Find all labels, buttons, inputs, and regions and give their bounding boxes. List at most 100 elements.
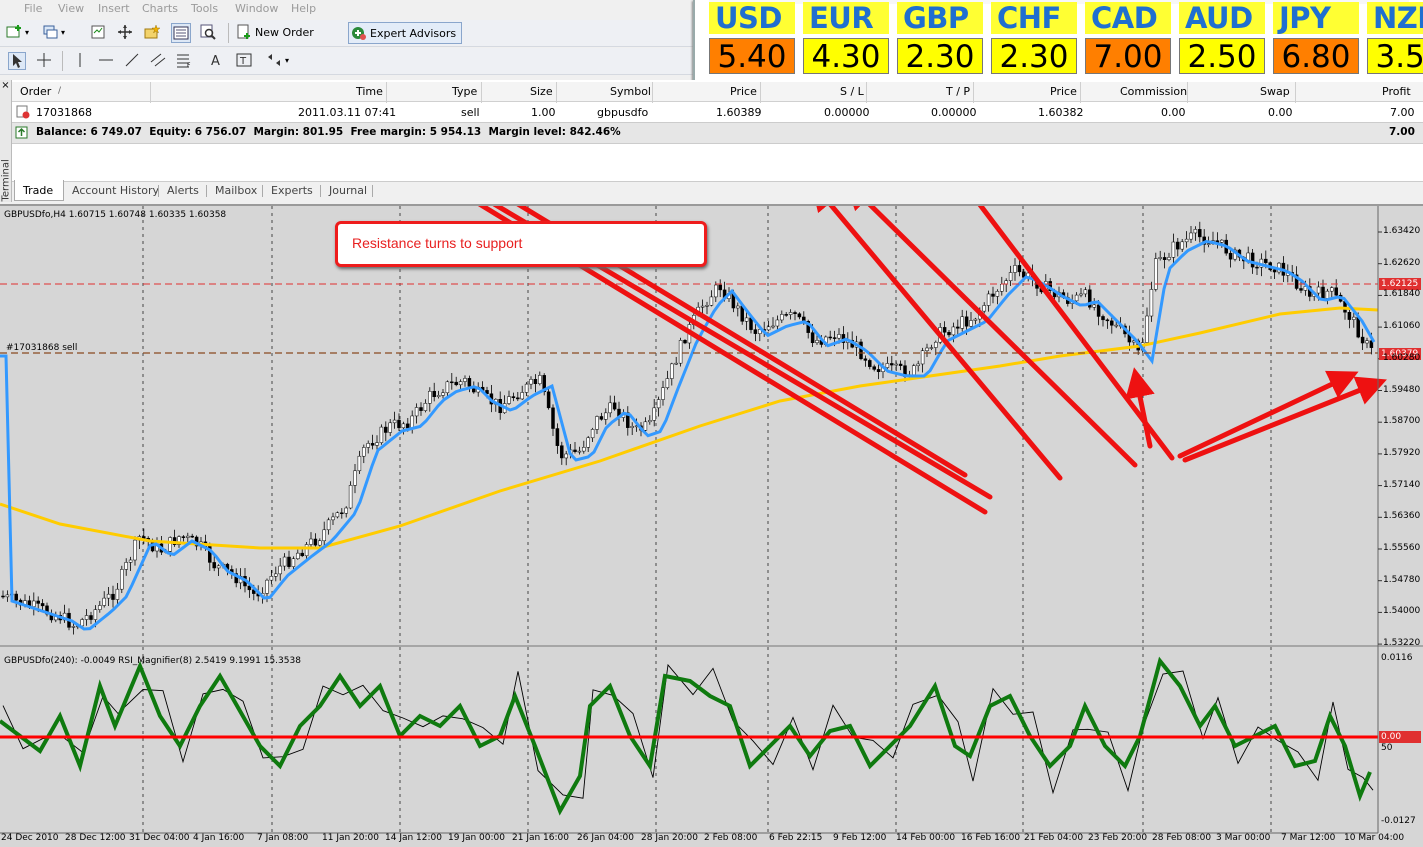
profiles-button[interactable]: ▾ xyxy=(42,24,65,40)
candle-body xyxy=(1101,316,1105,321)
sort-indicator-icon: / xyxy=(58,86,62,96)
candle-body xyxy=(670,363,674,379)
col-type[interactable]: Type xyxy=(452,82,477,101)
terminal-close-icon[interactable]: × xyxy=(0,80,11,91)
menu-view[interactable]: View xyxy=(58,2,84,15)
arrows-button[interactable]: ▾ xyxy=(266,52,289,68)
candle-body xyxy=(93,609,98,620)
terminal-side-label: Terminal xyxy=(0,159,12,202)
candle-body xyxy=(678,340,683,364)
candle-body xyxy=(1,595,5,598)
col-price-current[interactable]: Price xyxy=(1050,82,1077,101)
currency-cell-aud: AUD 2.50 xyxy=(1179,0,1267,80)
terminal-toggle-button[interactable] xyxy=(171,23,191,43)
time-axis-label: 6 Feb 22:15 xyxy=(769,833,823,843)
chart-header: GBPUSDfo,H4 1.60715 1.60748 1.60335 1.60… xyxy=(4,210,227,220)
candle-body xyxy=(370,443,375,446)
new-chart-button[interactable]: ▾ xyxy=(6,24,29,40)
crosshair-icon xyxy=(37,53,51,67)
col-price[interactable]: Price xyxy=(730,82,757,101)
new-order-button[interactable]: New Order xyxy=(236,24,314,40)
candle-body xyxy=(71,626,76,628)
col-order[interactable]: Order xyxy=(20,82,51,101)
time-axis-label: 14 Feb 00:00 xyxy=(896,833,956,843)
crosshair-button[interactable] xyxy=(36,52,52,68)
equidistant-channel-button[interactable] xyxy=(150,52,166,68)
terminal-icon xyxy=(173,26,189,40)
candle-body xyxy=(555,428,560,446)
menu-help[interactable]: Help xyxy=(291,2,316,15)
balance-summary-row: Balance: 6 749.07 Equity: 6 756.07 Margi… xyxy=(12,122,1423,144)
order-price: 1.60389 xyxy=(716,106,762,119)
navigator-button[interactable] xyxy=(117,24,133,40)
candle-body xyxy=(885,363,890,368)
cursor-button[interactable] xyxy=(8,52,26,70)
candle-body xyxy=(1352,316,1356,320)
market-watch-button[interactable] xyxy=(90,24,106,40)
currency-strength-value: 3.50 xyxy=(1367,38,1423,75)
candle-body xyxy=(612,402,617,410)
menu-tools[interactable]: Tools xyxy=(191,2,218,15)
expert-advisors-button[interactable]: Expert Advisors xyxy=(348,22,463,44)
col-symbol[interactable]: Symbol xyxy=(610,82,651,101)
candle-body xyxy=(36,600,40,604)
tab-experts[interactable]: Experts xyxy=(271,182,313,200)
currency-strength-panel: USD 5.40 EUR 4.30 GBP 2.30 CHF 2.30 CAD 7.00 AUD 2.… xyxy=(693,0,1423,84)
text-label-button[interactable]: T xyxy=(236,52,252,68)
candle-body xyxy=(753,329,758,334)
tab-mailbox[interactable]: Mailbox xyxy=(215,182,257,200)
candle-body xyxy=(410,415,414,429)
menu-insert[interactable]: Insert xyxy=(98,2,130,15)
trendline-button[interactable] xyxy=(124,52,140,68)
menu-charts[interactable]: Charts xyxy=(142,2,178,15)
order-profit: 7.00 xyxy=(1390,106,1415,119)
text-button[interactable]: A xyxy=(208,52,224,68)
terminal-sidebar: × Terminal xyxy=(0,80,12,202)
order-id: 17031868 xyxy=(36,106,92,119)
candle-body xyxy=(1154,258,1158,290)
time-axis-label: 7 Jan 08:00 xyxy=(257,833,309,843)
tab-account-history[interactable]: Account History xyxy=(72,182,159,200)
time-axis-label: 3 Mar 00:00 xyxy=(1216,833,1271,843)
time-axis-label: 19 Jan 00:00 xyxy=(448,833,505,843)
candle-body xyxy=(1360,336,1365,344)
currency-cell-gbp: GBP 2.30 xyxy=(897,0,985,80)
col-time[interactable]: Time xyxy=(356,82,383,101)
col-profit[interactable]: Profit xyxy=(1382,82,1411,101)
candle-body xyxy=(538,375,542,385)
tab-trade[interactable]: Trade xyxy=(23,182,53,200)
col-tp[interactable]: T / P xyxy=(946,82,970,101)
expert-advisors-icon xyxy=(352,27,366,40)
col-size[interactable]: Size xyxy=(530,82,553,101)
candle-body xyxy=(942,327,947,333)
favorites-button[interactable] xyxy=(144,24,160,40)
candle-body xyxy=(1189,232,1193,240)
tab-journal[interactable]: Journal xyxy=(329,182,367,200)
candle-body xyxy=(859,341,863,360)
annotation-box[interactable]: Resistance turns to support xyxy=(335,221,707,267)
candle-body xyxy=(898,363,903,366)
candle-body xyxy=(445,381,450,394)
candle-body xyxy=(1171,241,1176,258)
candle-body xyxy=(564,453,568,459)
tab-alerts[interactable]: Alerts xyxy=(167,182,199,200)
col-swap[interactable]: Swap xyxy=(1260,82,1290,101)
candle-body xyxy=(1220,239,1224,243)
horizontal-line-button[interactable] xyxy=(98,52,114,68)
candle-body xyxy=(1321,286,1325,299)
strategy-tester-button[interactable] xyxy=(200,24,216,40)
menu-file[interactable]: File xyxy=(24,2,42,15)
candle-body xyxy=(463,378,467,382)
candle-body xyxy=(969,320,973,327)
currency-strength-value: 2.30 xyxy=(991,38,1077,75)
currency-strength-value: 7.00 xyxy=(1085,38,1171,75)
candle-body xyxy=(1149,289,1154,317)
col-commission[interactable]: Commission xyxy=(1120,82,1187,101)
currency-strength-value: 2.50 xyxy=(1179,38,1265,75)
candle-body xyxy=(872,366,876,370)
menu-window[interactable]: Window xyxy=(235,2,278,15)
vertical-line-button[interactable] xyxy=(72,52,88,68)
col-sl[interactable]: S / L xyxy=(840,82,864,101)
price-chart[interactable] xyxy=(0,206,1423,847)
fibonacci-button[interactable]: F xyxy=(176,52,192,68)
